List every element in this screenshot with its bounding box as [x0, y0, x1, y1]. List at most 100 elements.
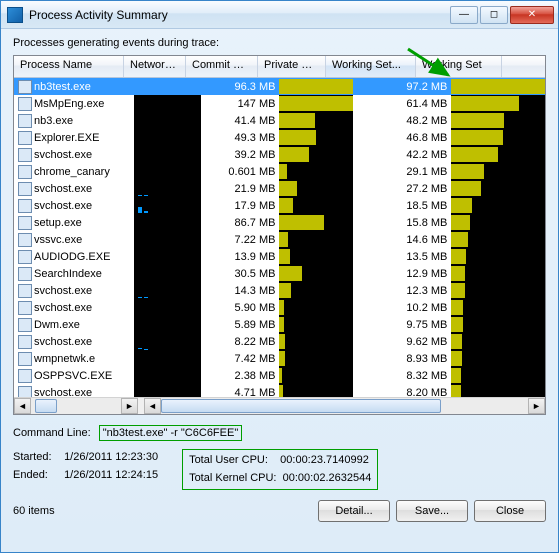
user-cpu-value: 00:00:23.7140992	[280, 454, 369, 466]
process-icon	[18, 97, 32, 111]
scroll-track[interactable]	[161, 398, 528, 414]
started-label: Started:	[13, 449, 61, 467]
process-icon	[18, 182, 32, 196]
kernel-cpu-label: Total Kernel CPU:	[189, 472, 276, 484]
scroll-right-button[interactable]: ►	[121, 398, 138, 414]
table-row[interactable]: Explorer.EXE49.3 MB46.8 MB	[14, 129, 545, 146]
commit-peak-value: 2.38 MB	[201, 367, 279, 384]
process-name: svchost.exe	[34, 148, 92, 160]
scroll-left-button[interactable]: ◄	[14, 398, 31, 414]
process-name: AUDIODG.EXE	[34, 250, 110, 262]
commit-peak-value: 39.2 MB	[201, 146, 279, 163]
ended-label: Ended:	[13, 467, 61, 485]
column-header[interactable]: Private Bytes	[258, 56, 326, 77]
process-icon	[18, 369, 32, 383]
table-row[interactable]: MsMpEng.exe147 MB61.4 MB	[14, 95, 545, 112]
table-row[interactable]: OSPPSVC.EXE 2.38 MB 8.32 MB	[14, 367, 545, 384]
table-row[interactable]: svchost.exe8.22 MB9.62 MB	[14, 333, 545, 350]
commit-peak-value: 7.22 MB	[201, 231, 279, 248]
process-name: MsMpEng.exe	[34, 97, 104, 109]
process-icon	[18, 352, 32, 366]
working-set-value: 8.20 MB	[353, 384, 451, 397]
process-icon	[18, 250, 32, 264]
grid-body[interactable]: nb3test.exe 96.3 MB 97.2 MBMsMpEng.exe147 …	[14, 78, 545, 397]
command-line-row: Command Line: "nb3test.exe" -r "C6C6FEE"	[13, 425, 546, 441]
table-row[interactable]: AUDIODG.EXE 13.9 MB 13.5 MB	[14, 248, 545, 265]
ended-value: 1/26/2011 12:24:15	[64, 469, 158, 481]
working-set-value: 13.5 MB	[353, 248, 451, 265]
process-icon	[18, 148, 32, 162]
table-row[interactable]: svchost.exe4.71 MB8.20 MB	[14, 384, 545, 397]
process-grid: Process NameNetwork Byt...Commit PeakPri…	[13, 55, 546, 415]
save-button[interactable]: Save...	[396, 500, 468, 522]
window: Process Activity Summary — ◻ ✕ Processes…	[0, 0, 559, 553]
table-row[interactable]: setup.exe86.7 MB15.8 MB	[14, 214, 545, 231]
commandline-label: Command Line:	[13, 427, 91, 439]
column-header[interactable]: Process Name	[14, 56, 124, 77]
scroll-thumb[interactable]	[161, 399, 441, 413]
table-row[interactable]: svchost.exe39.2 MB42.2 MB	[14, 146, 545, 163]
scroll-track[interactable]	[31, 398, 121, 414]
close-button[interactable]: Close	[474, 500, 546, 522]
process-name: nb3.exe	[34, 114, 73, 126]
process-icon	[18, 131, 32, 145]
table-row[interactable]: nb3.exe41.4 MB48.2 MB	[14, 112, 545, 129]
working-set-value: 48.2 MB	[353, 112, 451, 129]
commit-peak-value: 96.3 MB	[201, 78, 279, 95]
process-name: Dwm.exe	[34, 318, 80, 330]
column-header[interactable]: Network Byt...	[124, 56, 186, 77]
process-name: svchost.exe	[34, 284, 92, 296]
kernel-cpu-value: 00:00:02.2632544	[283, 472, 372, 484]
working-set-value: 18.5 MB	[353, 197, 451, 214]
process-name: Explorer.EXE	[34, 131, 99, 143]
table-row[interactable]: SearchIndexe30.5 MB12.9 MB	[14, 265, 545, 282]
detail-button[interactable]: Detail...	[318, 500, 390, 522]
table-row[interactable]: Dwm.exe 5.89 MB 9.75 MB	[14, 316, 545, 333]
horizontal-scrollbar[interactable]: ◄ ► ◄ ►	[14, 397, 545, 414]
working-set-value: 12.9 MB	[353, 265, 451, 282]
close-window-button[interactable]: ✕	[510, 6, 554, 24]
commit-peak-value: 86.7 MB	[201, 214, 279, 231]
column-header[interactable]: Working Set...	[326, 56, 416, 77]
scroll-left-button[interactable]: ◄	[144, 398, 161, 414]
commit-peak-value: 5.89 MB	[201, 316, 279, 333]
titlebar[interactable]: Process Activity Summary — ◻ ✕	[1, 1, 558, 29]
commit-peak-value: 0.601 MB	[201, 163, 279, 180]
process-name: nb3test.exe	[34, 80, 91, 92]
table-row[interactable]: vssvc.exe 7.22 MB 14.6 MB	[14, 231, 545, 248]
process-icon	[18, 318, 32, 332]
process-name: OSPPSVC.EXE	[34, 369, 112, 381]
table-row[interactable]: nb3test.exe 96.3 MB 97.2 MB	[14, 78, 545, 95]
working-set-value: 14.6 MB	[353, 231, 451, 248]
content-area: Processes generating events during trace…	[1, 29, 558, 552]
app-icon	[7, 7, 23, 23]
process-name: svchost.exe	[34, 199, 92, 211]
working-set-value: 9.75 MB	[353, 316, 451, 333]
scroll-right-button[interactable]: ►	[528, 398, 545, 414]
scroll-thumb[interactable]	[35, 399, 57, 413]
table-row[interactable]: svchost.exe17.9 MB18.5 MB	[14, 197, 545, 214]
column-header[interactable]: Commit Peak	[186, 56, 258, 77]
table-row[interactable]: wmpnetwk.e7.42 MB8.93 MB	[14, 350, 545, 367]
working-set-value: 8.32 MB	[353, 367, 451, 384]
table-row[interactable]: svchost.exe5.90 MB10.2 MB	[14, 299, 545, 316]
working-set-value: 97.2 MB	[353, 78, 451, 95]
subtitle-label: Processes generating events during trace…	[13, 37, 546, 49]
maximize-button[interactable]: ◻	[480, 6, 508, 24]
process-icon	[18, 114, 32, 128]
process-name: wmpnetwk.e	[34, 352, 95, 364]
process-name: vssvc.exe	[34, 233, 82, 245]
commit-peak-value: 14.3 MB	[201, 282, 279, 299]
table-row[interactable]: chrome_canary0.601 MB29.1 MB	[14, 163, 545, 180]
process-icon	[18, 233, 32, 247]
commit-peak-value: 13.9 MB	[201, 248, 279, 265]
process-icon	[18, 80, 32, 94]
process-name: setup.exe	[34, 216, 82, 228]
table-row[interactable]: svchost.exe14.3 MB12.3 MB	[14, 282, 545, 299]
commit-peak-value: 21.9 MB	[201, 180, 279, 197]
minimize-button[interactable]: —	[450, 6, 478, 24]
process-icon	[18, 301, 32, 315]
commit-peak-value: 4.71 MB	[201, 384, 279, 397]
table-row[interactable]: svchost.exe21.9 MB27.2 MB	[14, 180, 545, 197]
column-header[interactable]: Working Set	[416, 56, 502, 77]
